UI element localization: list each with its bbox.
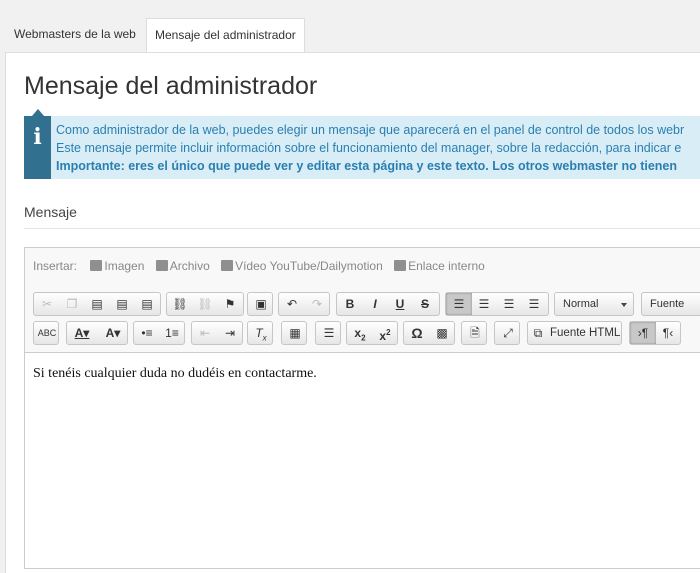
direction-group: ›¶ ¶‹	[629, 321, 681, 345]
source-button-label: Fuente HTML	[550, 327, 621, 339]
image-group: ▣	[247, 292, 273, 316]
editor-content[interactable]: Si tenéis cualquier duda no dudéis en co…	[33, 366, 317, 382]
background-color-icon[interactable]: A▾	[98, 322, 128, 344]
omega-icon[interactable]: Ω	[404, 322, 430, 344]
cut-icon[interactable]: ✂	[34, 293, 60, 315]
undo-group: ↶ ↷	[278, 292, 330, 316]
spellcheck-group: ABC	[33, 321, 59, 345]
link-group: ⛓ ⛓ ⚑	[166, 292, 244, 316]
film-icon	[221, 260, 234, 271]
script-group: x2 x2	[346, 321, 398, 345]
horizontal-line-icon[interactable]: ☰	[316, 322, 342, 344]
rtl-icon[interactable]: ¶‹	[655, 322, 681, 344]
insert-video-link[interactable]: Vídeo YouTube/Dailymotion	[221, 259, 383, 273]
unlink-icon[interactable]: ⛓	[192, 293, 218, 315]
underline-icon[interactable]: U	[387, 293, 413, 315]
tab-bar: Webmasters de la web Mensaje del adminis…	[0, 0, 700, 53]
source-group[interactable]: ⧉ Fuente HTML	[527, 321, 622, 345]
insert-internal-label: Enlace interno	[408, 259, 485, 273]
numbered-list-icon[interactable]: 1≡	[159, 322, 185, 344]
indent-icon[interactable]: ⇥	[217, 322, 243, 344]
paste-word-icon[interactable]: ▤	[134, 293, 160, 315]
insert-internal-link[interactable]: Enlace interno	[394, 259, 485, 273]
special-group: Ω ▩	[403, 321, 455, 345]
anchor-flag-icon[interactable]: ⚑	[217, 293, 243, 315]
table-icon[interactable]: ▦	[282, 322, 308, 344]
info-line-2: Este mensaje permite incluir información…	[56, 141, 682, 155]
strikethrough-icon[interactable]: S	[412, 293, 438, 315]
hr-group: ☰	[315, 321, 341, 345]
align-left-icon[interactable]: ☰	[446, 293, 472, 315]
align-justify-icon[interactable]: ☰	[521, 293, 547, 315]
subscript-icon[interactable]: x2	[347, 322, 373, 344]
info-line-1: Como administrador de la web, puedes ele…	[56, 123, 685, 137]
format-select[interactable]: Normal	[554, 292, 634, 316]
link-icon	[394, 260, 407, 271]
indent-group: ⇤ ⇥	[191, 321, 243, 345]
embed-image-icon[interactable]: ▩	[429, 322, 455, 344]
superscript-icon[interactable]: x2	[372, 322, 398, 344]
section-divider	[24, 228, 700, 229]
text-style-group: B I U S	[336, 292, 440, 316]
redo-icon[interactable]: ↷	[304, 293, 330, 315]
align-right-icon[interactable]: ☰	[496, 293, 522, 315]
maximize-icon[interactable]: ⤢	[495, 322, 521, 344]
insert-file-label: Archivo	[169, 259, 210, 273]
insert-image-label: Imagen	[104, 259, 145, 273]
list-group: •≡ 1≡	[133, 321, 185, 345]
paste-icon[interactable]: ▤	[84, 293, 110, 315]
format-select-value: Normal	[563, 298, 599, 310]
chevron-down-icon	[621, 303, 627, 307]
align-center-icon[interactable]: ☰	[471, 293, 497, 315]
insert-label: Insertar:	[33, 259, 78, 273]
spellcheck-icon[interactable]: ABC	[34, 322, 60, 344]
font-select-value: Fuente	[650, 298, 685, 310]
file-icon	[155, 260, 168, 271]
link-icon-btn[interactable]: ⛓	[167, 293, 193, 315]
image-icon[interactable]: ▣	[248, 293, 274, 315]
font-select[interactable]: Fuente	[641, 292, 700, 316]
undo-icon[interactable]: ↶	[279, 293, 305, 315]
insert-bar: Insertar: Imagen Archivo Vídeo YouTube/D…	[33, 259, 493, 273]
copy-icon[interactable]: ❐	[59, 293, 85, 315]
outdent-icon[interactable]: ⇤	[192, 322, 218, 344]
align-group: ☰ ☰ ☰ ☰	[445, 292, 549, 316]
ltr-icon[interactable]: ›¶	[630, 322, 656, 344]
editor-toolbar-area: Insertar: Imagen Archivo Vídeo YouTube/D…	[25, 248, 700, 353]
remove-format-icon[interactable]: Tx	[248, 322, 274, 344]
info-icon: i	[24, 109, 51, 179]
bold-icon[interactable]: B	[337, 293, 363, 315]
table-group: ▦	[281, 321, 307, 345]
maximize-group: ⤢	[494, 321, 520, 345]
bulleted-list-icon[interactable]: •≡	[134, 322, 160, 344]
tab-webmasters[interactable]: Webmasters de la web	[6, 18, 144, 52]
tab-admin-message[interactable]: Mensaje del administrador	[146, 18, 305, 53]
insert-file-link[interactable]: Archivo	[155, 259, 210, 273]
insert-image-link[interactable]: Imagen	[90, 259, 144, 273]
paste-text-icon[interactable]: ▤	[109, 293, 135, 315]
info-line-important: Importante: eres el único que puede ver …	[56, 159, 678, 173]
insert-video-label: Vídeo YouTube/Dailymotion	[235, 259, 383, 273]
info-alert: i Como administrador de la web, puedes e…	[24, 109, 700, 179]
section-title: Mensaje	[24, 204, 77, 220]
preview-group: 🗎	[461, 321, 487, 345]
color-group: A▾ A▾	[66, 321, 128, 345]
preview-icon[interactable]: 🗎	[462, 322, 488, 344]
camera-icon	[90, 260, 103, 271]
remove-format-group: Tx	[247, 321, 273, 345]
clipboard-group: ✂ ❐ ▤ ▤ ▤	[33, 292, 161, 316]
page-title: Mensaje del administrador	[24, 72, 318, 100]
source-icon: ⧉	[533, 326, 543, 340]
rich-text-editor: Insertar: Imagen Archivo Vídeo YouTube/D…	[24, 247, 700, 569]
text-color-icon[interactable]: A▾	[67, 322, 97, 344]
italic-icon[interactable]: I	[362, 293, 388, 315]
